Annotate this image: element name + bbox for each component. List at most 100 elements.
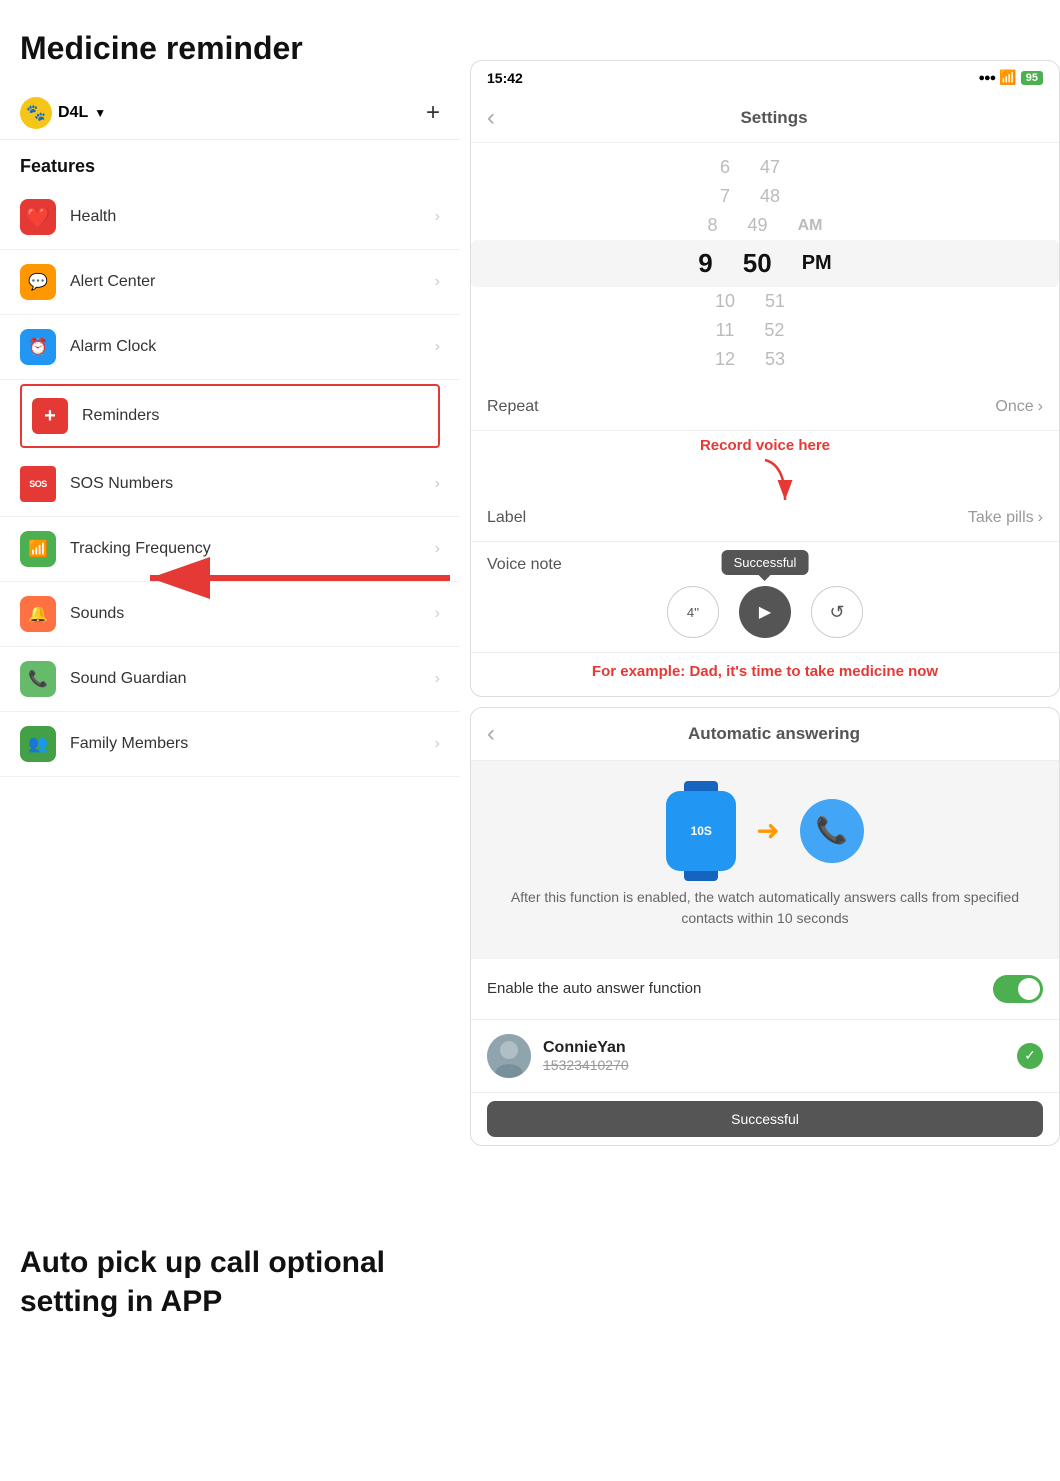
label-field-value: Take pills › — [968, 509, 1043, 527]
play-icon: ▶ — [759, 602, 771, 622]
illustration-description: After this function is enabled, the watc… — [491, 887, 1039, 929]
auto-nav-title: Automatic answering — [505, 724, 1043, 744]
wifi-icon: 📶 — [999, 69, 1016, 86]
settings-screen: 15:42 ●●● 📶 95 ‹ Settings 6 47 7 48 — [470, 60, 1060, 697]
auto-back-button[interactable]: ‹ — [487, 720, 495, 748]
sidebar-item-sos[interactable]: SOS SOS Numbers › — [0, 452, 460, 517]
account-selector[interactable]: 🐾 D4L ▼ — [20, 97, 106, 129]
contact-name: ConnieYan — [543, 1039, 1017, 1057]
arrow-annotation — [130, 548, 470, 613]
status-icons: ●●● 📶 95 — [978, 69, 1043, 86]
repeat-value: Once › — [995, 398, 1043, 416]
bottom-success-tooltip: Successful — [487, 1101, 1043, 1137]
duration-badge: 4'' — [667, 586, 719, 638]
status-time: 15:42 — [487, 70, 523, 86]
sidebar-item-label-alert: Alert Center — [70, 273, 435, 291]
hour-11: 11 — [716, 320, 735, 341]
time-row-7: 7 48 — [471, 182, 1059, 211]
hour-9: 9 — [698, 248, 712, 279]
back-button[interactable]: ‹ — [487, 104, 495, 132]
add-button[interactable]: + — [426, 99, 440, 127]
time-row-9-selected: 9 50 PM — [471, 240, 1059, 287]
battery-icon: 95 — [1021, 71, 1043, 85]
sidebar-item-alarm-clock[interactable]: ⏰ Alarm Clock › — [0, 315, 460, 380]
auto-answer-toggle[interactable] — [993, 975, 1043, 1003]
chevron-right-icon: › — [435, 338, 440, 356]
annotation-arrow — [725, 455, 805, 505]
voice-controls: 4'' Successful ▶ ↺ — [487, 586, 1043, 638]
chevron-right-icon: › — [435, 735, 440, 753]
time-row-12: 12 53 — [471, 345, 1059, 374]
alert-center-icon: 💬 — [20, 264, 56, 300]
avatar-image — [487, 1034, 531, 1078]
account-name: D4L — [58, 104, 88, 122]
time-picker[interactable]: 6 47 7 48 8 49 AM 9 50 PM 10 51 — [471, 143, 1059, 384]
hour-8: 8 — [708, 215, 718, 236]
family-icon: 👥 — [20, 726, 56, 762]
min-48: 48 — [760, 186, 780, 207]
watch-container: 10S — [666, 791, 736, 871]
auto-answer-label: Enable the auto answer function — [487, 980, 701, 997]
watch-icon: 10S — [666, 791, 736, 871]
repeat-label: Repeat — [487, 398, 539, 416]
dropdown-icon: ▼ — [94, 106, 106, 120]
sidebar-item-label-family: Family Members — [70, 735, 435, 753]
tracking-icon: 📶 — [20, 531, 56, 567]
hour-7: 7 — [720, 186, 730, 207]
sidebar-item-label-sos: SOS Numbers — [70, 475, 435, 493]
contact-avatar — [487, 1034, 531, 1078]
min-52: 52 — [764, 320, 784, 341]
label-row[interactable]: Label Take pills › — [471, 505, 1059, 541]
nav-title: Settings — [505, 108, 1043, 128]
repeat-row[interactable]: Repeat Once › — [471, 384, 1059, 431]
chevron-right-icon: › — [435, 208, 440, 226]
sidebar-item-sound-guardian[interactable]: 📞 Sound Guardian › — [0, 647, 460, 712]
contact-check-icon: ✓ — [1017, 1043, 1043, 1069]
avatar-icon: 🐾 — [20, 97, 52, 129]
hour-10: 10 — [715, 291, 735, 312]
chevron-icon: › — [1038, 509, 1043, 527]
label-field-label: Label — [487, 509, 526, 527]
label-row-container: Record voice here Label Take pills › — [471, 431, 1059, 542]
min-49: 49 — [748, 215, 768, 236]
watch-phone-illustration: 10S ➜ 📞 — [666, 791, 863, 871]
sidebar-item-family[interactable]: 👥 Family Members › — [0, 712, 460, 777]
min-47: 47 — [760, 157, 780, 178]
auto-answer-toggle-row: Enable the auto answer function — [471, 959, 1059, 1020]
auto-nav-bar: ‹ Automatic answering — [471, 708, 1059, 761]
sidebar-item-reminders[interactable]: + Reminders — [20, 384, 440, 448]
bottom-description: Auto pick up call optional setting in AP… — [20, 1243, 420, 1321]
nav-bar: ‹ Settings — [471, 94, 1059, 143]
reminders-icon: + — [32, 398, 68, 434]
play-button[interactable]: Successful ▶ — [739, 586, 791, 638]
left-panel: Medicine reminder 🐾 D4L ▼ + Features ❤️ … — [0, 0, 460, 1481]
contact-row[interactable]: ConnieYan 15323410270 ✓ — [471, 1020, 1059, 1093]
time-row-10: 10 51 — [471, 287, 1059, 316]
hour-6: 6 — [720, 157, 730, 178]
health-icon: ❤️ — [20, 199, 56, 235]
chevron-right-icon: › — [435, 670, 440, 688]
signal-icon: ●●● — [978, 72, 995, 84]
min-50: 50 — [743, 248, 772, 279]
app-header: 🐾 D4L ▼ + — [0, 87, 460, 140]
illustration-area: 10S ➜ 📞 After this function is enabled, … — [471, 761, 1059, 959]
features-heading: Features — [0, 140, 460, 185]
min-53: 53 — [765, 349, 785, 370]
page-title: Medicine reminder — [0, 20, 460, 87]
chevron-right-icon: › — [435, 475, 440, 493]
contact-info: ConnieYan 15323410270 — [543, 1039, 1017, 1073]
sidebar-item-health[interactable]: ❤️ Health › — [0, 185, 460, 250]
chevron-right-icon: › — [435, 273, 440, 291]
alarm-clock-icon: ⏰ — [20, 329, 56, 365]
chevron-icon: › — [1038, 398, 1043, 416]
reset-icon: ↺ — [829, 602, 844, 623]
sidebar-item-label-reminders: Reminders — [82, 407, 428, 425]
time-row-6: 6 47 — [471, 153, 1059, 182]
sidebar-item-alert-center[interactable]: 💬 Alert Center › — [0, 250, 460, 315]
time-row-8: 8 49 AM — [471, 211, 1059, 240]
contact-phone: 15323410270 — [543, 1057, 1017, 1073]
sos-icon: SOS — [20, 466, 56, 502]
status-bar: 15:42 ●●● 📶 95 — [471, 61, 1059, 94]
reset-button[interactable]: ↺ — [811, 586, 863, 638]
sound-guardian-icon: 📞 — [20, 661, 56, 697]
